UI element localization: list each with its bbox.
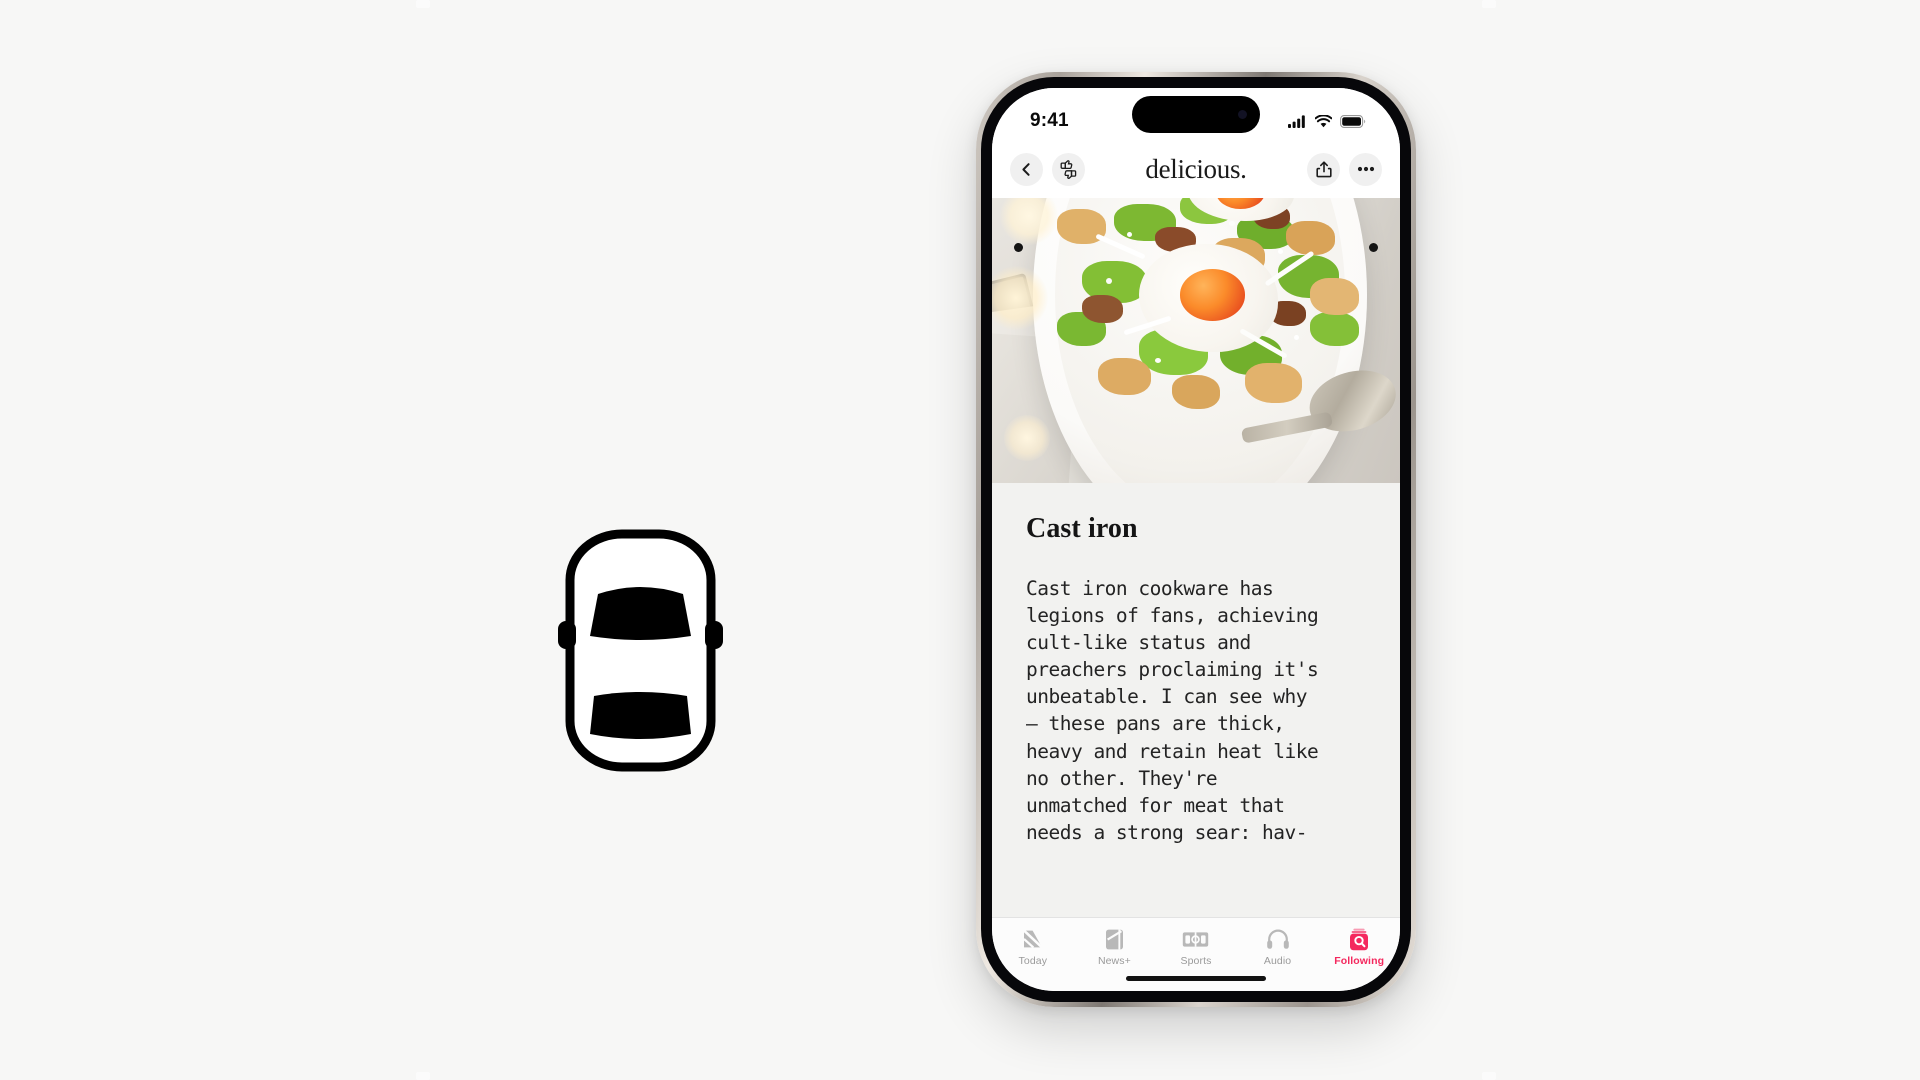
article-title: Cast iron [1026, 513, 1138, 544]
front-camera-lens [1238, 110, 1247, 119]
food-photograph [992, 198, 1400, 483]
tab-label: Sports [1180, 955, 1212, 967]
car-top-view-icon [558, 528, 723, 773]
headphones-icon [1266, 927, 1290, 951]
tab-audio[interactable]: Audio [1237, 927, 1319, 967]
tab-today[interactable]: Today [992, 927, 1074, 967]
battery-icon [1340, 114, 1366, 128]
tab-news-plus[interactable]: News+ [1074, 927, 1156, 967]
following-icon [1348, 927, 1370, 951]
publication-title: delicious. [1145, 153, 1247, 184]
share-button[interactable] [1307, 152, 1340, 186]
tab-label: Today [1018, 955, 1048, 967]
tab-following[interactable]: Following [1318, 927, 1400, 967]
wifi-icon [1315, 114, 1332, 127]
binder-hole [1014, 243, 1023, 252]
article-content[interactable]: Cast iron Cast iron cookware has legions… [992, 198, 1400, 917]
more-button[interactable] [1349, 152, 1382, 186]
tab-label: News+ [1097, 955, 1131, 967]
news-plus-icon [1104, 927, 1125, 951]
status-time: 9:41 [1030, 110, 1069, 131]
ellipsis-icon [1357, 166, 1374, 172]
tab-label: Audio [1263, 955, 1292, 967]
screen-canvas: 9:41 delicious. Cast iron Cast iron cook… [0, 0, 1920, 1080]
edge-mark-bottom-left [416, 1072, 430, 1080]
thumbs-up-down-icon [1060, 159, 1077, 179]
back-button[interactable] [1010, 152, 1043, 186]
cellular-bars-icon [1288, 114, 1305, 128]
article-nav-bar: delicious. [992, 140, 1400, 198]
phone-bezel: 9:41 delicious. Cast iron Cast iron cook… [981, 77, 1411, 1002]
iphone-device: 9:41 delicious. Cast iron Cast iron cook… [976, 72, 1416, 1007]
share-icon [1315, 160, 1332, 177]
chevron-left-icon [1022, 162, 1030, 176]
nav-actions [1307, 152, 1382, 186]
binder-hole [1369, 243, 1378, 252]
sports-icon [1182, 927, 1209, 951]
edge-mark-top-left [416, 0, 430, 8]
article-body-text: Cast iron cookware has legions of fans, … [1026, 577, 1319, 844]
tab-label: Following [1334, 955, 1385, 967]
status-bar: 9:41 [992, 88, 1400, 140]
home-indicator[interactable] [1126, 976, 1266, 981]
article-hero-image [992, 198, 1400, 483]
edge-mark-top-right [1482, 0, 1496, 8]
tab-sports[interactable]: Sports [1155, 927, 1237, 967]
edge-mark-bottom-right [1482, 1072, 1496, 1080]
dynamic-island [1132, 96, 1260, 133]
article-text-block: Cast iron Cast iron cookware has legions… [992, 483, 1400, 846]
status-indicators [1288, 114, 1366, 128]
phone-screen: 9:41 delicious. Cast iron Cast iron cook… [992, 88, 1400, 991]
news-today-icon [1021, 927, 1045, 951]
feedback-button[interactable] [1052, 152, 1085, 186]
